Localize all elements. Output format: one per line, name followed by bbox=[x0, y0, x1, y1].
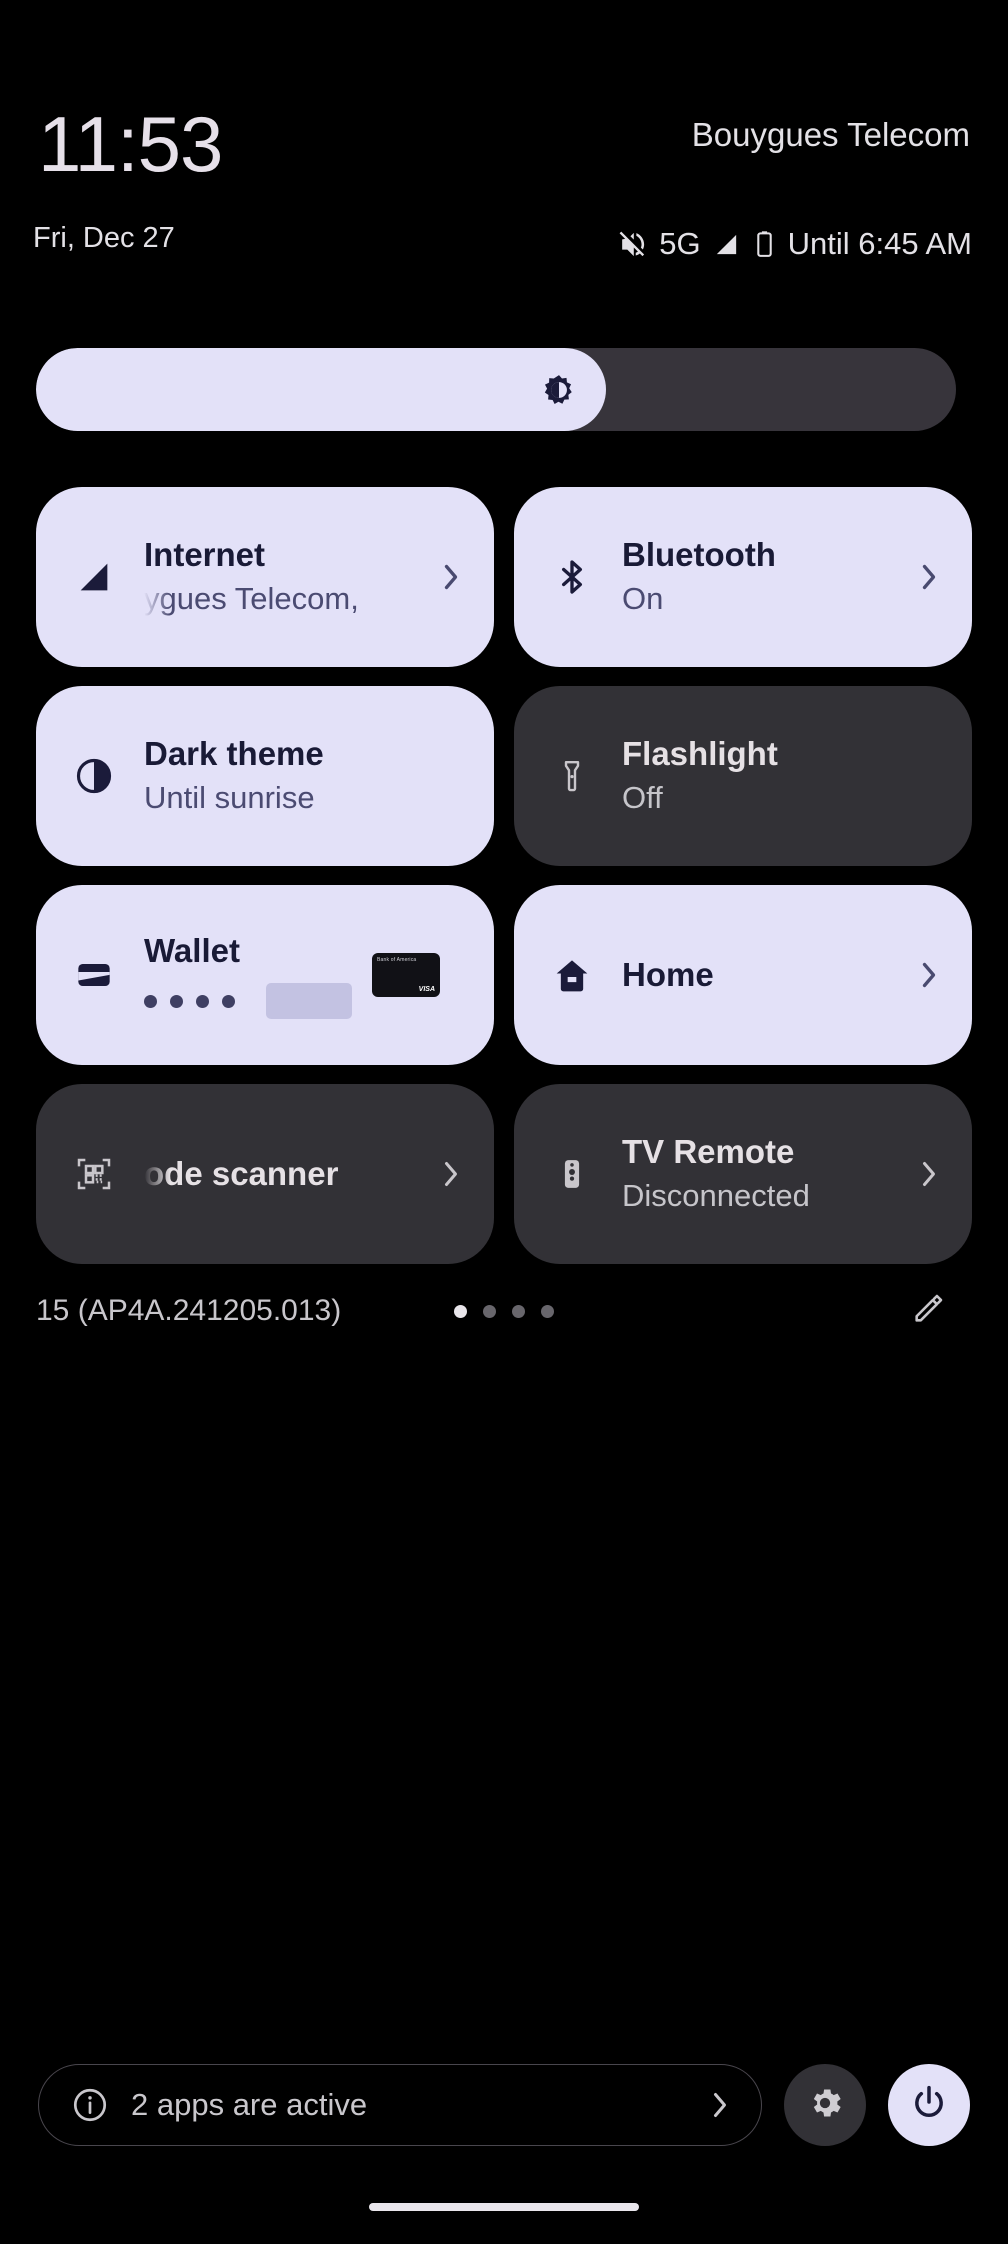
chevron-right-icon[interactable] bbox=[916, 560, 942, 594]
quick-settings-footer: 15 (AP4A.241205.013) bbox=[36, 1282, 972, 1340]
tile-qr-code-scanner-label: ode scanner bbox=[144, 1155, 339, 1192]
tile-home[interactable]: Home bbox=[514, 885, 972, 1065]
chevron-right-icon[interactable] bbox=[707, 2089, 733, 2121]
build-number-label: 15 (AP4A.241205.013) bbox=[36, 1294, 342, 1327]
pencil-icon bbox=[911, 1292, 945, 1331]
tile-internet[interactable]: Internet ygues Telecom, bbox=[36, 487, 494, 667]
flashlight-icon bbox=[548, 752, 596, 800]
battery-icon bbox=[752, 229, 777, 260]
active-apps-chip[interactable]: 2 apps are active bbox=[38, 2064, 762, 2146]
page-indicator bbox=[454, 1304, 554, 1318]
home-icon bbox=[548, 951, 596, 999]
navigation-handle[interactable] bbox=[369, 2203, 639, 2211]
tile-flashlight-sub: Off bbox=[622, 780, 663, 815]
page-dot-1[interactable] bbox=[454, 1304, 467, 1318]
tv-remote-icon bbox=[548, 1150, 596, 1198]
brightness-slider-fill bbox=[36, 348, 607, 431]
tile-flashlight-label: Flashlight bbox=[622, 735, 778, 772]
edit-tiles-button[interactable] bbox=[908, 1291, 948, 1331]
chevron-right-icon[interactable] bbox=[438, 1157, 464, 1191]
signal-icon bbox=[712, 230, 741, 259]
wallet-icon bbox=[70, 951, 118, 999]
tile-bluetooth-sub: On bbox=[622, 581, 664, 616]
carrier-label: Bouygues Telecom bbox=[691, 116, 970, 153]
page-dot-3[interactable] bbox=[512, 1304, 525, 1318]
date-label: Fri, Dec 27 bbox=[33, 222, 175, 254]
tile-tv-remote-sub: Disconnected bbox=[622, 1178, 810, 1213]
chevron-right-icon[interactable] bbox=[916, 1157, 942, 1191]
chevron-right-icon[interactable] bbox=[438, 560, 464, 594]
tile-dark-theme-sub: Until sunrise bbox=[144, 780, 315, 815]
network-type-label: 5G bbox=[659, 226, 701, 261]
power-button[interactable] bbox=[888, 2064, 970, 2146]
tile-bluetooth-label: Bluetooth bbox=[622, 536, 776, 573]
quick-settings-grid: Internet ygues Telecom, Bluetooth On Dar… bbox=[36, 487, 972, 1264]
page-dot-4[interactable] bbox=[541, 1304, 554, 1318]
bluetooth-icon bbox=[548, 553, 596, 601]
tile-internet-sub: ygues Telecom, bbox=[144, 581, 359, 616]
tile-wallet[interactable]: Wallet Bank of America VISA bbox=[36, 885, 494, 1065]
redacted-card-number bbox=[266, 983, 352, 1019]
status-icons: 5G Until 6:45 AM bbox=[617, 226, 972, 262]
wallet-card-brand: Bank of America bbox=[377, 957, 417, 963]
tile-dark-theme[interactable]: Dark theme Until sunrise bbox=[36, 686, 494, 866]
chevron-right-icon[interactable] bbox=[916, 958, 942, 992]
qr-code-scanner-icon bbox=[70, 1150, 118, 1198]
dark-theme-icon bbox=[70, 752, 118, 800]
brightness-slider[interactable] bbox=[36, 348, 956, 431]
page-dot-2[interactable] bbox=[483, 1304, 496, 1318]
clock: 11:53 bbox=[38, 100, 223, 188]
tile-tv-remote[interactable]: TV Remote Disconnected bbox=[514, 1084, 972, 1264]
tile-home-label: Home bbox=[622, 956, 714, 993]
tile-qr-code-scanner[interactable]: ode scanner bbox=[36, 1084, 494, 1264]
tile-dark-theme-label: Dark theme bbox=[144, 735, 324, 772]
brightness-icon bbox=[542, 373, 576, 407]
battery-status-label: Until 6:45 AM bbox=[787, 226, 972, 261]
tile-internet-label: Internet bbox=[144, 536, 266, 573]
gear-icon bbox=[805, 2083, 845, 2128]
wallet-card-thumbnail: Bank of America VISA bbox=[372, 953, 440, 997]
bottom-bar: 2 apps are active bbox=[38, 2064, 970, 2146]
info-icon bbox=[71, 2086, 109, 2124]
wallet-card-network: VISA bbox=[418, 986, 435, 993]
tile-flashlight[interactable]: Flashlight Off bbox=[514, 686, 972, 866]
power-icon bbox=[909, 2083, 949, 2128]
mute-icon bbox=[617, 229, 648, 260]
active-apps-label: 2 apps are active bbox=[131, 2087, 368, 2122]
tile-tv-remote-label: TV Remote bbox=[622, 1133, 795, 1170]
settings-button[interactable] bbox=[784, 2064, 866, 2146]
tile-bluetooth[interactable]: Bluetooth On bbox=[514, 487, 972, 667]
status-header: 11:53 Fri, Dec 27 Bouygues Telecom 5G Un… bbox=[0, 0, 1008, 300]
signal-cellular-icon bbox=[70, 553, 118, 601]
